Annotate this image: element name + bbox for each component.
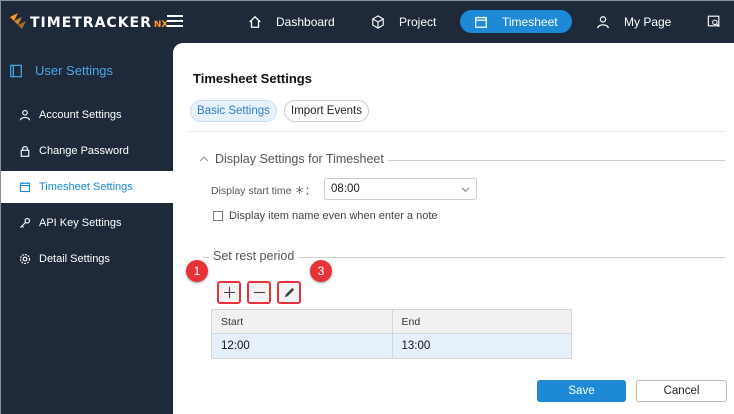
nav-timesheet[interactable]: Timesheet [460, 10, 572, 33]
calendar-icon [475, 15, 487, 28]
sidebar-item-label: Timesheet Settings [39, 181, 133, 193]
pencil-icon [284, 287, 294, 298]
display-start-time-label: Display start time ＊： [211, 185, 316, 197]
chevron-up-icon [199, 156, 209, 162]
sidebar-item-label: Detail Settings [39, 253, 110, 265]
column-header-start[interactable]: Start [212, 310, 392, 333]
main-panel: Timesheet Settings Basic Settings Import… [173, 43, 734, 414]
callout-badge-1: 1 [186, 260, 208, 282]
cube-icon [372, 14, 384, 29]
menu-icon[interactable] [167, 13, 183, 29]
sidebar-title-label: User Settings [35, 63, 114, 78]
user-icon [19, 109, 31, 121]
table-header-row: Start End [212, 310, 571, 334]
table-cell-end[interactable]: 13:00 [391, 334, 572, 358]
column-header-end[interactable]: End [391, 310, 572, 333]
tab-import-events[interactable]: Import Events [284, 100, 369, 122]
nav-project[interactable]: Project [371, 10, 436, 33]
gear-icon [19, 253, 31, 265]
sidebar-item-change-password[interactable]: Change Password [1, 135, 173, 167]
display-settings-title-label: Display Settings for Timesheet [215, 152, 384, 166]
sidebar-item-account-settings[interactable]: Account Settings [1, 99, 173, 131]
sidebar-title: User Settings [9, 63, 113, 78]
display-item-name-checkbox[interactable] [213, 211, 223, 221]
display-start-time-select[interactable]: 08:00 [324, 178, 477, 200]
remove-rest-period-button[interactable] [247, 281, 271, 304]
plus-icon [223, 286, 235, 299]
sidebar-item-label: API Key Settings [39, 217, 122, 229]
sidebar-item-detail-settings[interactable]: Detail Settings [1, 243, 173, 275]
sidebar-item-label: Change Password [39, 145, 129, 157]
sidebar-item-api-key-settings[interactable]: API Key Settings [1, 207, 173, 239]
tab-divider [189, 131, 725, 132]
nav-mypage-label: My Page [624, 14, 672, 29]
table-row[interactable]: 12:00 13:00 [212, 334, 571, 358]
minus-icon [253, 291, 265, 294]
display-start-time-value: 08:00 [331, 183, 360, 195]
lock-icon [20, 146, 30, 157]
rest-period-section-title: Set rest period [209, 249, 299, 263]
sidebar-item-timesheet-settings[interactable]: Timesheet Settings [1, 171, 173, 203]
display-item-name-option[interactable]: Display item name even when enter a note [213, 210, 438, 222]
logo[interactable]: TIMETRACKER NX [8, 9, 168, 35]
add-rest-period-button[interactable] [217, 281, 241, 304]
display-item-name-label: Display item name even when enter a note [229, 210, 438, 222]
display-settings-section-title[interactable]: Display Settings for Timesheet [195, 152, 388, 166]
home-icon [249, 15, 261, 28]
nav-mypage[interactable]: My Page [596, 10, 671, 33]
rest-period-title-label: Set rest period [213, 249, 295, 263]
key-icon [20, 217, 31, 228]
nav-dashboard-label: Dashboard [276, 14, 335, 29]
edit-rest-period-button[interactable] [277, 281, 301, 304]
book-icon [10, 64, 22, 77]
calendar-icon [19, 182, 31, 193]
table-cell-start[interactable]: 12:00 [212, 334, 392, 358]
cancel-button[interactable]: Cancel [636, 380, 727, 402]
nav-dashboard[interactable]: Dashboard [248, 10, 335, 33]
callout-badge-3: 3 [310, 260, 332, 282]
top-bar: TIMETRACKER NX Dashboard Project Timeshee… [1, 1, 734, 43]
rest-period-table: Start End 12:00 13:00 [211, 309, 572, 359]
nav-timesheet-label: Timesheet [502, 14, 558, 29]
user-icon [597, 15, 609, 28]
search-calendar-icon[interactable] [707, 14, 721, 28]
sidebar: User Settings Account Settings Change Pa… [1, 43, 173, 414]
save-button[interactable]: Save [537, 380, 626, 402]
tab-basic-settings[interactable]: Basic Settings [190, 100, 277, 122]
nav-project-label: Project [399, 14, 437, 29]
brand-name: TIMETRACKER NX [30, 15, 169, 31]
chevron-down-icon [461, 187, 470, 193]
sidebar-item-label: Account Settings [39, 109, 122, 121]
page-title: Timesheet Settings [193, 71, 312, 86]
